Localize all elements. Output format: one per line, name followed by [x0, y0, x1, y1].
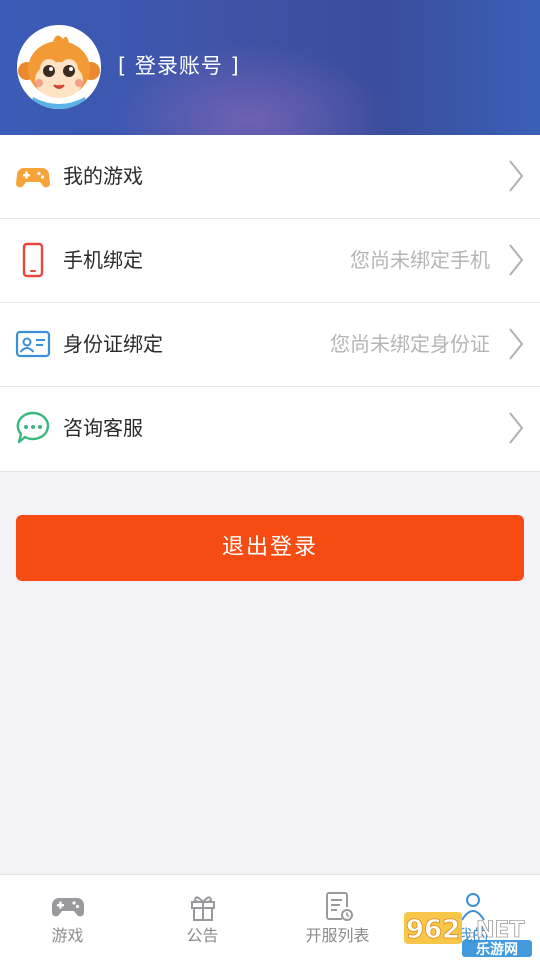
menu-item-my-games[interactable]: 我的游戏	[0, 135, 540, 219]
menu-item-label: 咨询客服	[63, 416, 143, 440]
login-account-link[interactable]: [ 登录账号 ]	[118, 50, 240, 82]
menu-item-label: 我的游戏	[63, 164, 143, 188]
schedule-list-icon	[325, 892, 353, 921]
logout-button[interactable]: 退出登录	[16, 515, 524, 581]
chevron-right-icon	[509, 244, 524, 276]
gamepad-icon	[15, 168, 51, 188]
tab-server-list[interactable]: 开服列表	[270, 875, 405, 960]
menu-item-phone-binding[interactable]: 手机绑定 您尚未绑定手机	[0, 219, 540, 303]
menu-item-id-binding[interactable]: 身份证绑定 您尚未绑定身份证	[0, 303, 540, 387]
chat-bubble-icon	[16, 411, 50, 444]
watermark-number: 962	[406, 915, 460, 945]
menu-list: 我的游戏 手机绑定 您尚未绑定手机 身份证绑定 您尚未绑定身份证 咨询客服	[0, 135, 540, 472]
menu-item-label: 身份证绑定	[63, 332, 163, 356]
monkey-avatar-icon	[17, 25, 101, 109]
phone-icon	[22, 242, 44, 278]
menu-item-status: 您尚未绑定身份证	[330, 332, 490, 356]
profile-header: [ 登录账号 ]	[0, 0, 540, 135]
menu-item-label: 手机绑定	[63, 248, 143, 272]
id-card-icon	[15, 330, 51, 358]
tab-label: 游戏	[51, 926, 84, 945]
tab-games[interactable]: 游戏	[0, 875, 135, 960]
chevron-right-icon	[509, 328, 524, 360]
tab-label: 公告	[186, 926, 219, 945]
account-page: [ 登录账号 ] 我的游戏 手机绑定 您尚未绑定手机 身份证绑定 您尚未绑定身份…	[0, 0, 540, 960]
tab-announcements[interactable]: 公告	[135, 875, 270, 960]
chevron-right-icon	[509, 412, 524, 444]
watermark-sub: 乐游网	[476, 941, 518, 958]
menu-item-status: 您尚未绑定手机	[350, 248, 490, 272]
site-watermark: 962 .NET 乐游网	[404, 912, 532, 958]
tab-label: 开服列表	[305, 926, 370, 945]
menu-item-customer-service[interactable]: 咨询客服	[0, 387, 540, 472]
gamepad-icon	[51, 898, 84, 917]
chevron-right-icon	[509, 160, 524, 192]
gift-icon	[190, 896, 215, 921]
watermark-suffix: .NET	[468, 918, 525, 943]
avatar[interactable]	[17, 25, 101, 109]
